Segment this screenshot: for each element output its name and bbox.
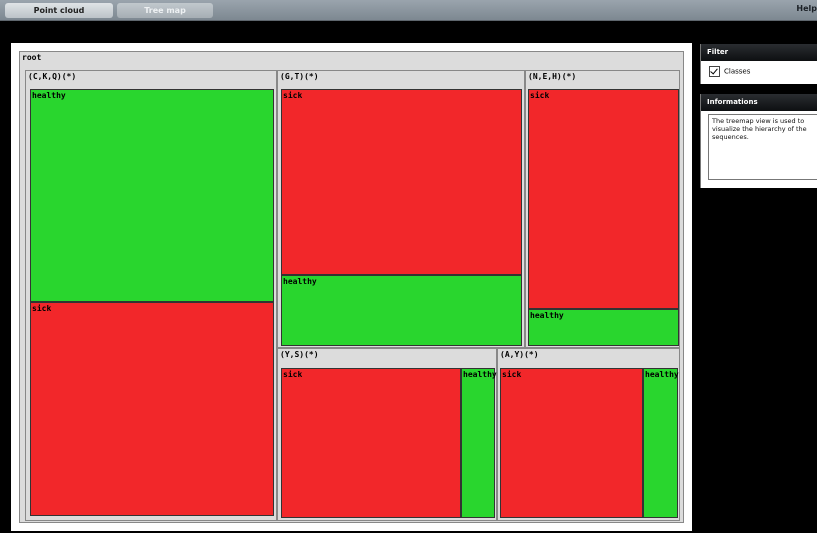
leaf-label: healthy	[645, 370, 679, 379]
treemap-node-neh[interactable]: (N,E,H)(*) sick healthy	[525, 70, 680, 348]
treemap-leaf-sick[interactable]: sick	[528, 89, 679, 309]
treemap-node-ckq[interactable]: (C,K,Q)(*) healthy sick	[25, 70, 277, 521]
treemap-node-gt[interactable]: (G,T)(*) sick healthy	[277, 70, 525, 348]
node-label: (G,T)(*)	[280, 72, 319, 81]
leaf-label: sick	[32, 304, 52, 313]
root-label: root	[22, 53, 42, 62]
leaf-label: healthy	[530, 311, 564, 320]
treemap-leaf-healthy[interactable]: healthy	[30, 89, 274, 302]
treemap-leaf-healthy[interactable]: healthy	[461, 368, 497, 518]
classes-filter[interactable]: Classes	[709, 66, 750, 77]
node-label: (A,Y)(*)	[500, 350, 539, 359]
tab-point-cloud[interactable]: Point cloud	[5, 3, 113, 18]
treemap-leaf-sick[interactable]: sick	[500, 368, 643, 518]
leaf-label: sick	[283, 370, 303, 379]
leaf-label: healthy	[283, 277, 317, 286]
leaf-label: sick	[502, 370, 522, 379]
treemap-leaf-healthy[interactable]: healthy	[528, 309, 679, 346]
leaf-label: healthy	[463, 370, 497, 379]
treemap-leaf-healthy[interactable]: healthy	[281, 275, 522, 346]
tab-bar: Point cloud Tree map Help	[0, 0, 817, 21]
leaf-label: healthy	[32, 91, 66, 100]
info-title: Informations	[701, 94, 817, 111]
node-label: (C,K,Q)(*)	[28, 72, 77, 81]
filter-panel: Filter Classes	[700, 44, 817, 84]
treemap-leaf-sick[interactable]: sick	[30, 302, 274, 516]
node-label: (Y,S)(*)	[280, 350, 319, 359]
treemap-root[interactable]: root (C,K,Q)(*) healthy sick (G,T)(*) si…	[19, 51, 684, 523]
treemap-node-ys[interactable]: (Y,S)(*) sick healthy	[277, 348, 497, 521]
treemap-leaf-healthy[interactable]: healthy	[643, 368, 679, 518]
leaf-label: sick	[283, 91, 303, 100]
classes-label: Classes	[724, 67, 751, 76]
treemap-panel: root (C,K,Q)(*) healthy sick (G,T)(*) si…	[11, 43, 692, 531]
treemap-leaf-sick[interactable]: sick	[281, 89, 522, 275]
filter-title: Filter	[701, 44, 817, 61]
help-link[interactable]: Help	[796, 4, 817, 13]
treemap-node-ay[interactable]: (A,Y)(*) sick healthy	[497, 348, 680, 521]
leaf-label: sick	[530, 91, 550, 100]
node-label: (N,E,H)(*)	[528, 72, 577, 81]
treemap-leaf-sick[interactable]: sick	[281, 368, 461, 518]
info-text: The treemap view is used to visualize th…	[708, 114, 817, 180]
info-panel: Informations The treemap view is used to…	[700, 94, 817, 188]
tab-tree-map[interactable]: Tree map	[117, 3, 213, 18]
classes-checkbox[interactable]	[709, 66, 720, 77]
